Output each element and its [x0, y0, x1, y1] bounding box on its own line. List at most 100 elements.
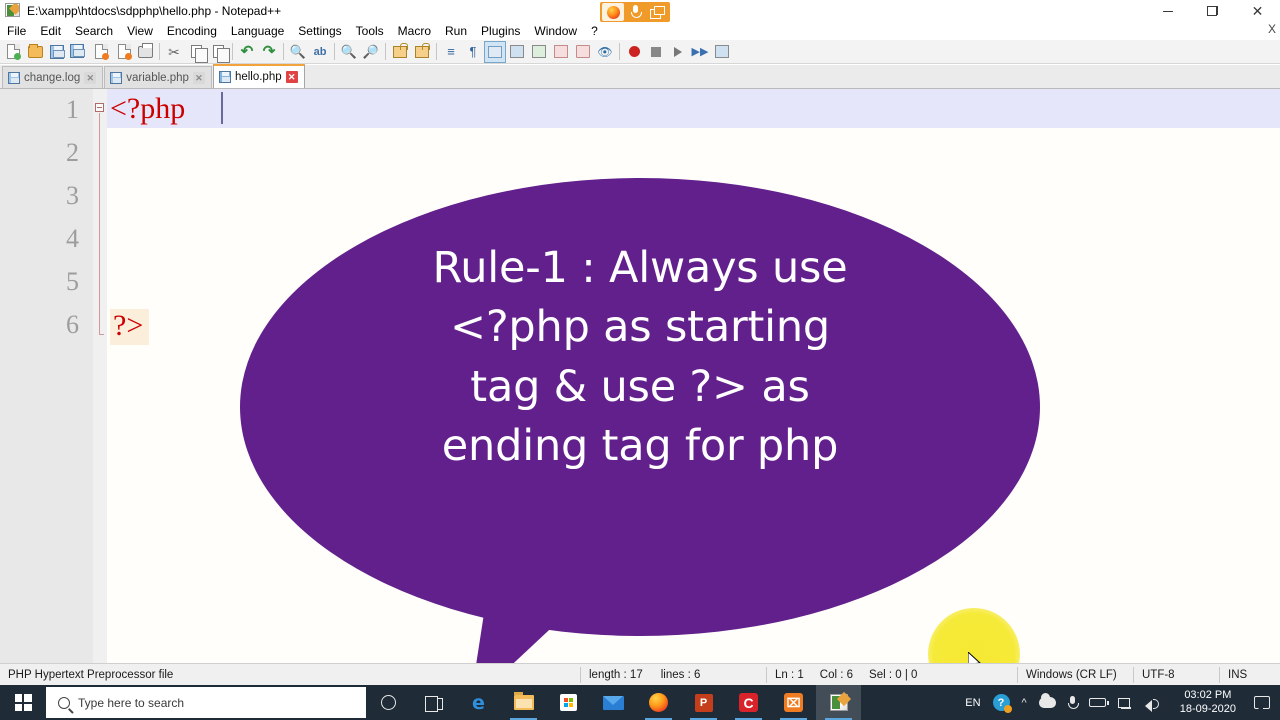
cortana-icon[interactable] — [366, 685, 411, 720]
status-sel: Sel : 0 | 0 — [869, 668, 918, 681]
file-icon — [8, 71, 20, 84]
code-text-area[interactable]: <?php ?> — [107, 89, 1280, 663]
microphone-icon[interactable] — [624, 3, 646, 21]
menu-run[interactable]: Run — [438, 23, 474, 39]
network-icon[interactable] — [1112, 685, 1139, 720]
tab-close-icon[interactable]: ✕ — [84, 71, 97, 84]
status-encoding: UTF-8 — [1142, 668, 1175, 681]
tab-hello-php[interactable]: hello.php ✕ — [212, 64, 305, 88]
restore-button[interactable] — [1190, 0, 1235, 22]
battery-icon[interactable] — [1083, 685, 1112, 720]
volume-icon[interactable] — [1139, 685, 1166, 720]
show-all-characters-icon[interactable]: ¶ — [462, 41, 484, 63]
menu-view[interactable]: View — [120, 23, 160, 39]
save-all-icon[interactable] — [68, 41, 90, 63]
user-defined-dialog-icon[interactable] — [506, 41, 528, 63]
show-document-map-icon[interactable] — [528, 41, 550, 63]
notepad-plus-plus-taskbar-icon[interactable] — [816, 685, 861, 720]
search-icon — [58, 696, 70, 709]
search-placeholder: Type here to search — [78, 695, 185, 710]
sync-vertical-scroll-icon[interactable] — [389, 41, 411, 63]
fold-range-line — [99, 113, 104, 335]
language-indicator[interactable]: EN — [959, 685, 986, 720]
onedrive-icon[interactable] — [1033, 685, 1062, 720]
powerpoint-icon[interactable]: P — [681, 685, 726, 720]
replace-icon[interactable]: ab — [309, 41, 331, 63]
screen-share-icon[interactable] — [646, 3, 668, 21]
powerpoint-glyph: P — [694, 693, 713, 712]
folder-as-workspace-icon[interactable] — [572, 41, 594, 63]
firefox-sharing-icon[interactable] — [602, 3, 624, 21]
close-document-icon[interactable]: X — [1268, 22, 1276, 36]
close-file-icon[interactable] — [90, 41, 112, 63]
redo-icon[interactable]: ↷ — [258, 41, 280, 63]
tab-close-icon[interactable]: ✕ — [192, 71, 205, 84]
save-macro-icon[interactable] — [711, 41, 733, 63]
zoom-out-icon[interactable]: 🔎 — [360, 41, 382, 63]
fold-collapse-icon[interactable] — [95, 103, 104, 112]
close-all-icon[interactable] — [112, 41, 134, 63]
menu-settings[interactable]: Settings — [291, 23, 348, 39]
run-macro-multiple-icon[interactable]: ▶▶ — [689, 41, 711, 63]
xampp-icon[interactable]: ⌧ — [771, 685, 816, 720]
tab-close-icon[interactable]: ✕ — [285, 71, 298, 83]
menu-encoding[interactable]: Encoding — [160, 23, 224, 39]
save-icon[interactable] — [46, 41, 68, 63]
close-button[interactable]: ✕ — [1235, 0, 1280, 22]
copy-icon[interactable] — [185, 41, 208, 63]
indent-guide-icon[interactable] — [484, 40, 506, 63]
cut-icon[interactable]: ✂ — [163, 41, 185, 63]
menu-window[interactable]: Window — [527, 23, 584, 39]
menu-plugins[interactable]: Plugins — [474, 23, 527, 39]
record-macro-icon[interactable] — [623, 41, 645, 63]
word-wrap-icon[interactable]: ≡ — [440, 41, 462, 63]
action-center-icon[interactable] — [1254, 696, 1270, 713]
search-input[interactable]: Type here to search — [46, 687, 366, 718]
menu-macro[interactable]: Macro — [391, 23, 438, 39]
undo-icon[interactable]: ↶ — [236, 41, 258, 63]
menu-help[interactable]: ? — [584, 23, 605, 39]
file-explorer-icon[interactable] — [501, 685, 546, 720]
code-editor[interactable]: 1 2 3 4 5 6 <?php ?> — [0, 89, 1280, 663]
menu-search[interactable]: Search — [68, 23, 120, 39]
monitoring-icon[interactable]: 👁 — [594, 41, 616, 63]
sync-horizontal-scroll-icon[interactable] — [411, 41, 433, 63]
firefox-icon[interactable] — [636, 685, 681, 720]
paste-icon[interactable] — [207, 41, 230, 63]
recording-indicator-toolbar[interactable] — [600, 2, 670, 22]
zoom-in-icon[interactable]: 🔍 — [338, 41, 360, 63]
menu-tools[interactable]: Tools — [349, 23, 391, 39]
stop-record-macro-icon[interactable] — [645, 41, 667, 63]
new-file-icon[interactable] — [2, 41, 24, 63]
minimize-button[interactable] — [1145, 0, 1190, 22]
start-button[interactable] — [0, 685, 46, 720]
print-icon[interactable] — [134, 41, 156, 63]
edge-icon[interactable]: e — [456, 685, 501, 720]
microsoft-store-icon[interactable] — [546, 685, 591, 720]
toolbar-separator — [436, 43, 437, 60]
status-length-lines: length : 17 lines : 6 — [581, 664, 766, 686]
function-list-icon[interactable] — [550, 41, 572, 63]
clock[interactable]: 03:02 PM 18-09-2020 — [1166, 685, 1250, 720]
mail-icon[interactable] — [591, 685, 636, 720]
tab-variable-php[interactable]: variable.php ✕ — [104, 66, 212, 88]
menu-file[interactable]: File — [0, 23, 33, 39]
camtasia-icon[interactable]: C — [726, 685, 771, 720]
main-toolbar: ✂ ↶ ↷ 🔍 ab 🔍 🔎 ≡ ¶ 👁 ▶▶ — [0, 40, 1280, 64]
menu-edit[interactable]: Edit — [33, 23, 68, 39]
play-macro-icon[interactable] — [667, 41, 689, 63]
find-icon[interactable]: 🔍 — [287, 41, 309, 63]
help-icon[interactable]: ? — [987, 685, 1016, 720]
chevron-up-icon[interactable]: ^ — [1016, 685, 1033, 720]
system-tray: EN ? ^ 03:02 PM 18-09-2020 — [959, 685, 1280, 720]
line-number: 2 — [66, 138, 79, 167]
microphone-tray-icon[interactable] — [1062, 685, 1083, 720]
code-folding-column[interactable] — [93, 89, 107, 663]
document-tab-bar: change.log ✕ variable.php ✕ hello.php ✕ — [0, 64, 1280, 89]
open-file-icon[interactable] — [24, 41, 46, 63]
menu-language[interactable]: Language — [224, 23, 291, 39]
tab-change-log[interactable]: change.log ✕ — [2, 66, 104, 88]
status-col: Col : 6 — [819, 668, 854, 681]
line-number: 6 — [66, 310, 79, 339]
task-view-icon[interactable] — [411, 685, 456, 720]
